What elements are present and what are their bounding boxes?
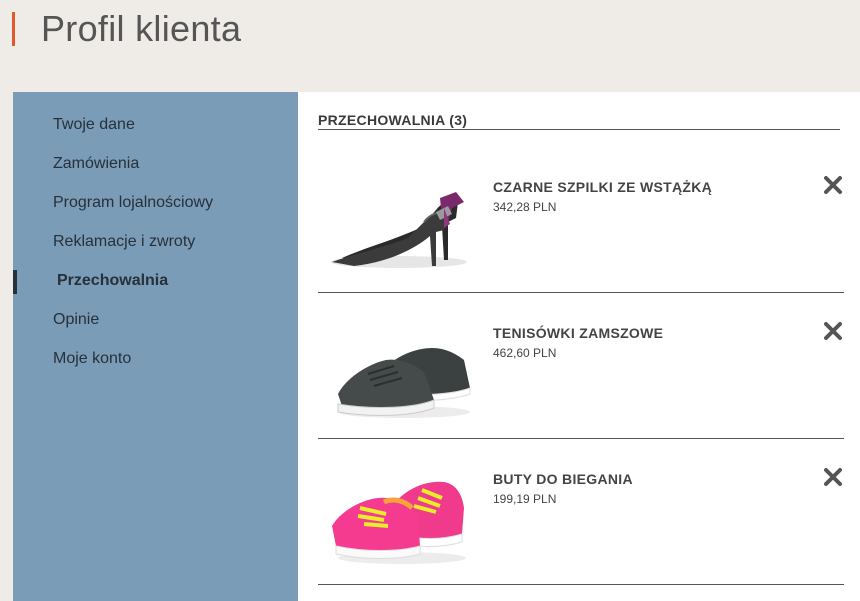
close-icon[interactable] [822, 466, 844, 488]
list-item: TENISÓWKI ZAMSZOWE 462,60 PLN [318, 292, 844, 439]
page-title: Profil klienta [41, 8, 242, 49]
list-item: CZARNE SZPILKI ZE WSTĄŻKĄ 342,28 PLN [318, 146, 844, 293]
product-name[interactable]: TENISÓWKI ZAMSZOWE [493, 325, 663, 341]
sidebar-item-przechowalnia[interactable]: Przechowalnia [13, 270, 298, 309]
sidebar-item-reklamacje[interactable]: Reklamacje i zwroty [13, 231, 298, 270]
product-name[interactable]: BUTY DO BIEGANIA [493, 471, 633, 487]
close-icon[interactable] [822, 174, 844, 196]
sidebar-item-label: Twoje dane [53, 116, 135, 133]
sidebar-item-zamowienia[interactable]: Zamówienia [13, 153, 298, 192]
sidebar-item-label: Moje konto [53, 350, 132, 367]
main-content: PRZECHOWALNIA (3) CZARNE SZPILKI ZE WSTĄ… [298, 92, 860, 601]
running-shoes-image[interactable] [324, 454, 474, 570]
sidebar-menu: Twoje dane Zamówienia Program lojalności… [13, 114, 298, 387]
title-accent-bar [12, 12, 15, 46]
product-name[interactable]: CZARNE SZPILKI ZE WSTĄŻKĄ [493, 179, 712, 195]
sidebar-item-program-lojalnosciowy[interactable]: Program lojalnościowy [13, 192, 298, 231]
sidebar-item-label: Opinie [53, 311, 100, 328]
sidebar-item-label: Reklamacje i zwroty [53, 233, 196, 250]
suede-sneakers-image[interactable] [324, 308, 474, 424]
black-heels-image[interactable] [324, 162, 474, 278]
sidebar-item-opinie[interactable]: Opinie [13, 309, 298, 348]
list-item: BUTY DO BIEGANIA 199,19 PLN [318, 438, 844, 585]
section-title: PRZECHOWALNIA (3) [318, 112, 840, 130]
sidebar-item-twoje-dane[interactable]: Twoje dane [13, 114, 298, 153]
page-header: Profil klienta [0, 0, 860, 92]
close-icon[interactable] [822, 320, 844, 342]
product-price: 199,19 PLN [493, 492, 557, 506]
sidebar-item-moje-konto[interactable]: Moje konto [13, 348, 298, 387]
sidebar-item-label: Przechowalnia [57, 272, 169, 289]
sidebar-item-label: Program lojalnościowy [53, 194, 214, 211]
product-price: 342,28 PLN [493, 200, 557, 214]
sidebar-item-label: Zamówienia [53, 155, 140, 172]
active-marker [13, 270, 17, 294]
product-price: 462,60 PLN [493, 346, 557, 360]
sidebar: Twoje dane Zamówienia Program lojalności… [13, 92, 298, 601]
